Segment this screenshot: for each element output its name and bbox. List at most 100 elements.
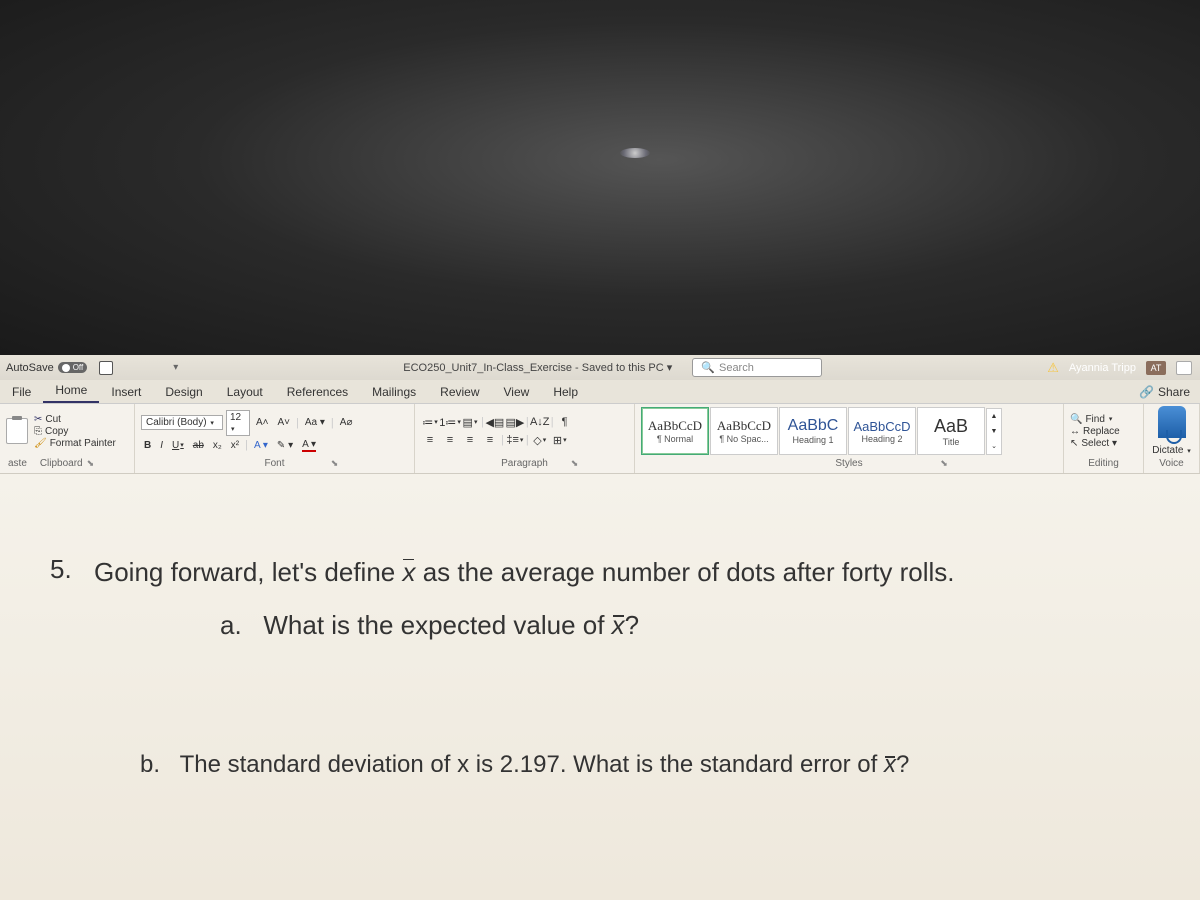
- font-size-value: 12: [230, 412, 241, 423]
- clipboard-group: ✂ Cut ⎘ Copy 🖌 Format Painter aste Clipb…: [0, 404, 135, 473]
- font-color-button[interactable]: A ▾: [299, 438, 319, 453]
- clear-format-button[interactable]: A⌀: [337, 416, 356, 429]
- borders-button[interactable]: ⊞▾: [551, 432, 569, 448]
- copy-icon: ⎘: [34, 426, 42, 437]
- bullets-button[interactable]: ≔▾: [421, 414, 439, 430]
- decrease-indent-button[interactable]: ◀▤: [486, 414, 504, 430]
- text-effects-button[interactable]: A ▾: [251, 439, 271, 452]
- style-name: Title: [943, 437, 960, 447]
- chevron-down-icon[interactable]: ▼: [987, 424, 1001, 439]
- document-page[interactable]: 5. Going forward, let's define x as the …: [0, 474, 1200, 900]
- subscript-button[interactable]: x₂: [210, 439, 225, 452]
- multilevel-button[interactable]: ▤▾: [461, 414, 479, 430]
- dictate-button[interactable]: Dictate ▾: [1152, 445, 1190, 456]
- tab-design[interactable]: Design: [153, 381, 214, 403]
- increase-indent-button[interactable]: ▤▶: [506, 414, 524, 430]
- shrink-font-button[interactable]: A˅: [275, 416, 294, 429]
- tab-mailings[interactable]: Mailings: [360, 381, 428, 403]
- cut-button[interactable]: ✂ Cut: [34, 414, 116, 425]
- user-avatar[interactable]: AT: [1146, 361, 1166, 375]
- search-icon: 🔍: [1070, 414, 1082, 425]
- tab-view[interactable]: View: [492, 381, 542, 403]
- photo-reflection-area: [0, 0, 1200, 355]
- search-icon: 🔍: [701, 361, 715, 374]
- align-right-button[interactable]: ≡: [461, 432, 479, 448]
- chevron-up-icon[interactable]: ▲: [987, 409, 1001, 424]
- paragraph-launcher-icon[interactable]: ⬊: [571, 458, 579, 469]
- sort-button[interactable]: A↓Z: [531, 414, 549, 430]
- styles-more-icon[interactable]: ⌄: [987, 439, 1001, 454]
- voice-group-label: Voice: [1159, 458, 1183, 469]
- style-sample: AaBbC: [788, 417, 839, 435]
- select-button[interactable]: ↖ Select ▾: [1070, 438, 1120, 449]
- tab-help[interactable]: Help: [541, 381, 590, 403]
- autosave-toggle[interactable]: Off: [58, 362, 88, 373]
- change-case-button[interactable]: Aa ▾: [302, 416, 328, 429]
- tab-layout[interactable]: Layout: [215, 381, 275, 403]
- ribbon-home: ✂ Cut ⎘ Copy 🖌 Format Painter aste Clipb…: [0, 404, 1200, 474]
- style-no-spacing[interactable]: AaBbCcD ¶ No Spac...: [710, 407, 778, 455]
- search-placeholder: Search: [719, 362, 754, 374]
- bold-button[interactable]: B: [141, 439, 154, 452]
- style-normal[interactable]: AaBbCcD ¶ Normal: [641, 407, 709, 455]
- style-heading-1[interactable]: AaBbC Heading 1: [779, 407, 847, 455]
- align-center-button[interactable]: ≡: [441, 432, 459, 448]
- font-group: Calibri (Body) ▾ 12 ▾ A˄ A˅ | Aa ▾ | A⌀ …: [135, 404, 415, 473]
- tab-home[interactable]: Home: [43, 379, 99, 403]
- numbering-button[interactable]: 1≔▾: [441, 414, 459, 430]
- styles-launcher-icon[interactable]: ⬊: [940, 458, 948, 469]
- copy-button[interactable]: ⎘ Copy: [34, 426, 116, 437]
- style-sample: AaB: [934, 416, 968, 437]
- dictate-label: Dictate: [1152, 445, 1183, 456]
- style-name: ¶ Normal: [657, 434, 693, 444]
- style-title[interactable]: AaB Title: [917, 407, 985, 455]
- q5-part-b: as the average number of dots after fort…: [415, 557, 954, 587]
- q5-part-a: Going forward, let's define: [94, 557, 402, 587]
- voice-group: Dictate ▾ Voice: [1144, 404, 1200, 473]
- superscript-button[interactable]: x²: [228, 439, 242, 452]
- line-spacing-button[interactable]: ‡≡▾: [506, 432, 524, 448]
- save-icon[interactable]: [99, 361, 113, 375]
- shading-button[interactable]: ◇▾: [531, 432, 549, 448]
- find-label: Find: [1085, 414, 1104, 425]
- search-input[interactable]: 🔍 Search: [692, 358, 822, 377]
- clipboard-launcher-icon[interactable]: ⬊: [87, 458, 95, 469]
- font-name-input[interactable]: Calibri (Body) ▾: [141, 415, 223, 430]
- align-left-button[interactable]: ≡: [421, 432, 439, 448]
- strike-button[interactable]: ab: [190, 439, 207, 452]
- autosave-control[interactable]: AutoSave Off: [0, 362, 93, 374]
- styles-gallery-nav[interactable]: ▲ ▼ ⌄: [986, 408, 1002, 455]
- font-size-input[interactable]: 12 ▾: [226, 410, 250, 436]
- qa-label: a.: [220, 610, 242, 640]
- grow-font-button[interactable]: A˄: [253, 416, 272, 429]
- font-launcher-icon[interactable]: ⬊: [331, 458, 339, 469]
- warning-icon[interactable]: ⚠: [1047, 360, 1059, 376]
- italic-button[interactable]: I: [157, 439, 166, 452]
- share-button[interactable]: 🔗 Share: [1129, 381, 1200, 403]
- replace-button[interactable]: ↔ Replace: [1070, 426, 1120, 437]
- format-painter-button[interactable]: 🖌 Format Painter: [34, 438, 116, 449]
- qb-label: b.: [140, 751, 160, 778]
- tab-insert[interactable]: Insert: [99, 381, 153, 403]
- show-marks-button[interactable]: ¶: [556, 414, 574, 430]
- spacing-icon: ‡≡: [506, 434, 519, 446]
- replace-label: Replace: [1083, 426, 1120, 437]
- display-mode-icon[interactable]: [1176, 361, 1192, 375]
- document-title[interactable]: ECO250_Unit7_In-Class_Exercise - Saved t…: [403, 361, 672, 374]
- underline-button[interactable]: U ▾: [169, 439, 187, 452]
- tab-file[interactable]: File: [0, 381, 43, 403]
- find-button[interactable]: 🔍 Find ▾: [1070, 414, 1120, 425]
- paste-icon[interactable]: [6, 418, 28, 444]
- microphone-icon[interactable]: [1158, 406, 1186, 438]
- styles-group: AaBbCcD ¶ Normal AaBbCcD ¶ No Spac... Aa…: [635, 404, 1064, 473]
- tab-review[interactable]: Review: [428, 381, 491, 403]
- paragraph-group: ≔▾ 1≔▾ ▤▾ | ◀▤ ▤▶ | A↓Z | ¶ ≡ ≡ ≡ ≡ |: [415, 404, 635, 473]
- sub-question-a: a. What is the expected value of x?: [220, 610, 1150, 641]
- question-text: Going forward, let's define x as the ave…: [94, 554, 955, 590]
- justify-button[interactable]: ≡: [481, 432, 499, 448]
- highlight-button[interactable]: ✎ ▾: [274, 439, 296, 452]
- user-name[interactable]: Ayannia Tripp: [1069, 362, 1136, 374]
- tab-references[interactable]: References: [275, 381, 360, 403]
- style-heading-2[interactable]: AaBbCcD Heading 2: [848, 407, 916, 455]
- scissors-icon: ✂: [34, 414, 42, 425]
